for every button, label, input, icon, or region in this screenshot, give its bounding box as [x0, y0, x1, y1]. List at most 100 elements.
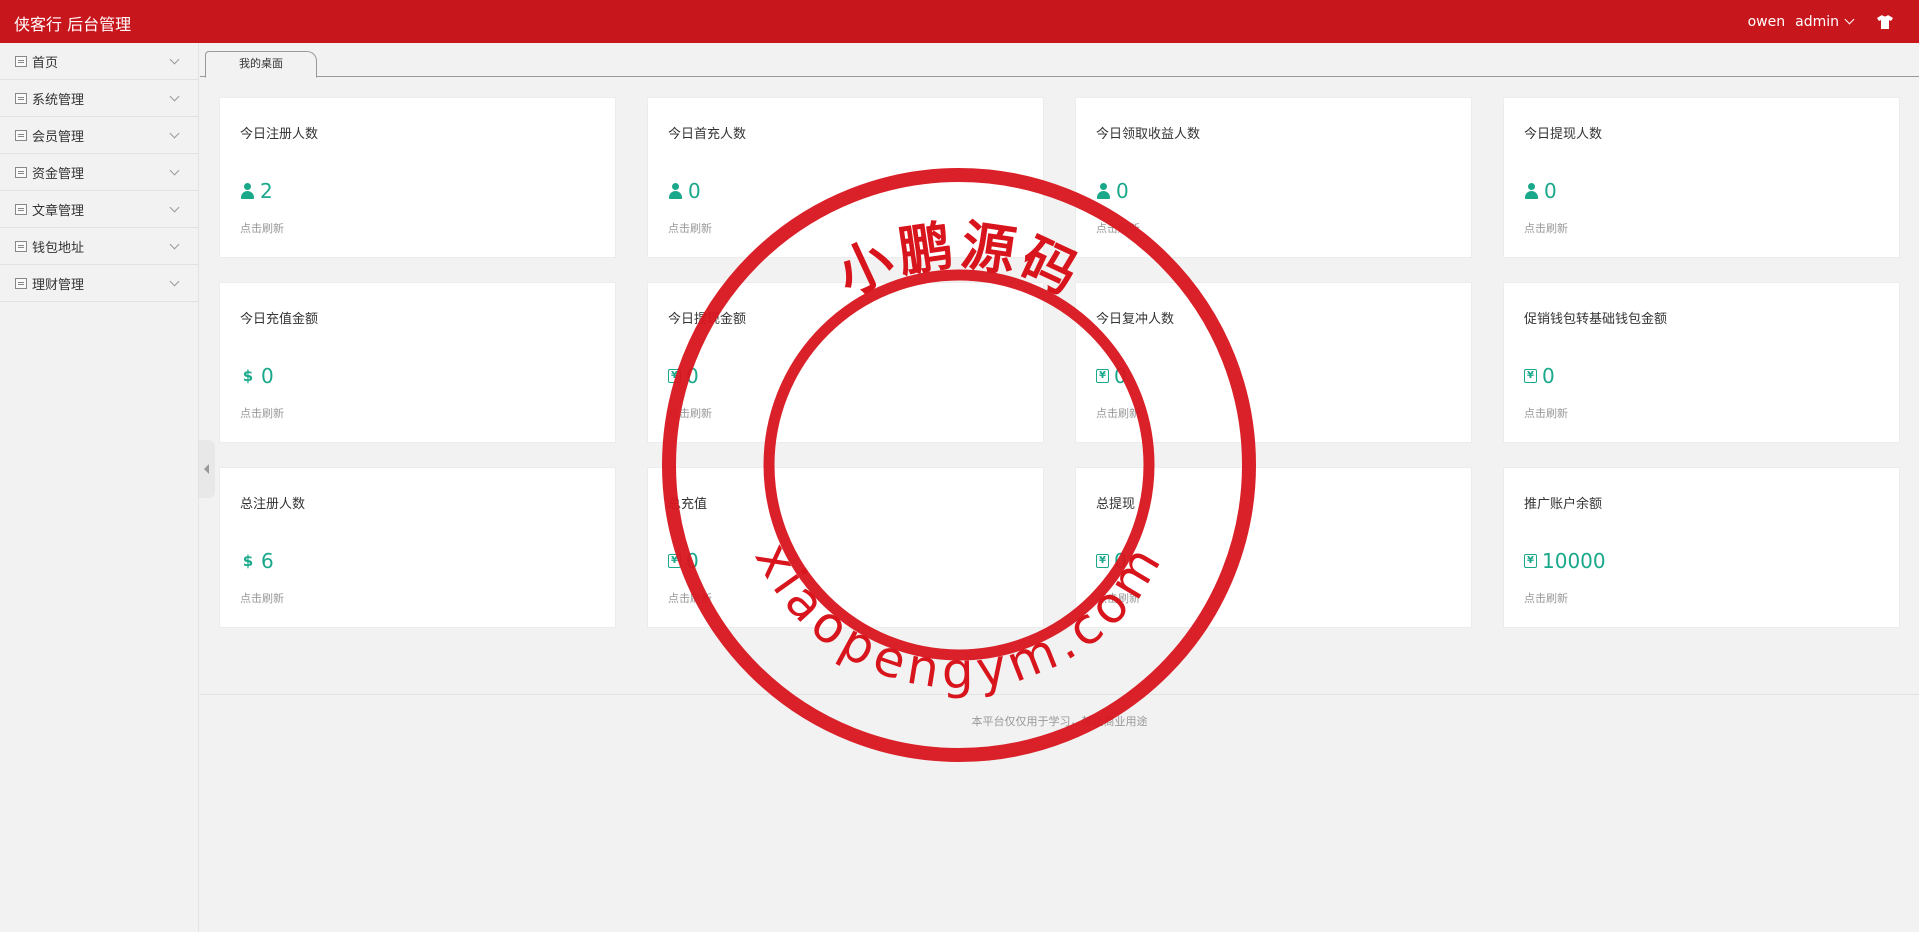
sidebar-item-articles[interactable]: 文章管理: [0, 191, 198, 228]
stat-card: 推广账户余额 ¥10000 点击刷新: [1503, 467, 1900, 628]
sidebar-item-home[interactable]: 首页: [0, 43, 198, 80]
sidebar-item-label: 资金管理: [32, 166, 85, 182]
list-icon: [15, 92, 27, 104]
stat-number: 0: [261, 364, 274, 388]
sidebar-item-label: 会员管理: [32, 129, 85, 145]
admin-dropdown[interactable]: admin: [1795, 14, 1855, 30]
stat-card: 今日领取收益人数 0 点击刷新: [1075, 97, 1472, 258]
refresh-link[interactable]: 点击刷新: [1096, 590, 1140, 606]
stat-number: 0: [1114, 364, 1127, 388]
stat-card: 今日注册人数 2 点击刷新: [219, 97, 616, 258]
stat-value: ¥0: [668, 364, 699, 388]
refresh-link[interactable]: 点击刷新: [240, 590, 284, 606]
stat-title: 推广账户余额: [1524, 497, 1603, 512]
stat-number: 0: [686, 549, 699, 573]
stat-title: 今日提现金额: [668, 312, 747, 327]
list-icon: [15, 203, 27, 215]
yen-icon: ¥: [668, 369, 681, 383]
sidebar: 首页 系统管理 会员管理 资金管理 文章管理 钱包地址 理财管理: [0, 43, 199, 932]
user-name: owen: [1747, 13, 1786, 30]
stat-title: 今日领取收益人数: [1096, 127, 1201, 142]
stat-value: ¥0: [668, 549, 699, 573]
yen-icon: ¥: [1096, 554, 1109, 568]
stat-title: 总提现: [1096, 497, 1136, 512]
chevron-down-icon: [1844, 14, 1855, 25]
stat-number: 6: [261, 549, 274, 573]
chevron-down-icon: [169, 276, 180, 287]
stat-card: 总提现 ¥0 点击刷新: [1075, 467, 1472, 628]
refresh-link[interactable]: 点击刷新: [240, 405, 284, 421]
chevron-down-icon: [169, 54, 180, 65]
sidebar-item-wallet[interactable]: 钱包地址: [0, 228, 198, 265]
stat-title: 今日首充人数: [668, 127, 747, 142]
sidebar-collapse-toggle[interactable]: [199, 440, 215, 498]
stat-value: 0: [1524, 179, 1557, 203]
stat-card: 促销钱包转基础钱包金额 ¥0 点击刷新: [1503, 282, 1900, 443]
sidebar-item-label: 钱包地址: [32, 240, 85, 256]
sidebar-item-label: 文章管理: [32, 203, 85, 219]
sidebar-item-finance[interactable]: 理财管理: [0, 265, 198, 302]
stat-number: 0: [688, 179, 701, 203]
user-icon: [240, 183, 255, 199]
stat-value: $0: [240, 364, 274, 388]
yen-icon: ¥: [668, 554, 681, 568]
app-title: 侠客行 后台管理: [14, 15, 132, 34]
stat-card: 今日提现金额 ¥0 点击刷新: [647, 282, 1044, 443]
tab-my-desktop[interactable]: 我的桌面: [205, 51, 317, 78]
yen-icon: ¥: [1096, 369, 1109, 383]
refresh-link[interactable]: 点击刷新: [1096, 220, 1140, 236]
stat-title: 总注册人数: [240, 497, 306, 512]
refresh-link[interactable]: 点击刷新: [1524, 590, 1568, 606]
user-icon: [1524, 183, 1539, 199]
sidebar-item-funds[interactable]: 资金管理: [0, 154, 198, 191]
stat-title: 今日充值金额: [240, 312, 319, 327]
sidebar-item-label: 系统管理: [32, 92, 85, 108]
refresh-link[interactable]: 点击刷新: [1524, 405, 1568, 421]
dollar-icon: $: [242, 367, 254, 385]
refresh-link[interactable]: 点击刷新: [240, 220, 284, 236]
stats-grid: 今日注册人数 2 点击刷新 今日首充人数 0 点击刷新 今日领取收益人数 0 点…: [219, 97, 1900, 628]
list-icon: [15, 166, 27, 178]
tab-bar: 我的桌面: [200, 43, 1919, 78]
chevron-down-icon: [169, 128, 180, 139]
list-icon: [15, 55, 27, 67]
chevron-down-icon: [169, 202, 180, 213]
dollar-icon: $: [242, 552, 254, 570]
top-header-bar: 侠客行 后台管理 owen admin: [0, 0, 1919, 43]
refresh-link[interactable]: 点击刷新: [668, 220, 712, 236]
stat-number: 0: [686, 364, 699, 388]
stat-number: 0: [1114, 549, 1127, 573]
stat-title: 总充值: [668, 497, 708, 512]
stat-number: 0: [1544, 179, 1557, 203]
stat-number: 10000: [1542, 549, 1606, 573]
stat-title: 今日提现人数: [1524, 127, 1603, 142]
stat-value: ¥0: [1524, 364, 1555, 388]
sidebar-item-system[interactable]: 系统管理: [0, 80, 198, 117]
stat-value: 0: [668, 179, 701, 203]
stat-card: 今日提现人数 0 点击刷新: [1503, 97, 1900, 258]
sidebar-item-label: 首页: [32, 55, 59, 71]
user-icon: [1096, 183, 1111, 199]
refresh-link[interactable]: 点击刷新: [668, 590, 712, 606]
chevron-down-icon: [169, 165, 180, 176]
stat-title: 促销钱包转基础钱包金额: [1524, 312, 1668, 327]
list-icon: [15, 129, 27, 141]
stat-card: 总注册人数 $6 点击刷新: [219, 467, 616, 628]
refresh-link[interactable]: 点击刷新: [1524, 220, 1568, 236]
yen-icon: ¥: [1524, 554, 1537, 568]
stat-title: 今日复冲人数: [1096, 312, 1175, 327]
refresh-link[interactable]: 点击刷新: [668, 405, 712, 421]
stat-number: 0: [1116, 179, 1129, 203]
list-icon: [15, 277, 27, 289]
user-icon: [668, 183, 683, 199]
stat-card: 今日复冲人数 ¥0 点击刷新: [1075, 282, 1472, 443]
sidebar-item-members[interactable]: 会员管理: [0, 117, 198, 154]
stat-value: 0: [1096, 179, 1129, 203]
tshirt-icon[interactable]: [1877, 14, 1893, 29]
chevron-down-icon: [169, 239, 180, 250]
stat-value: ¥10000: [1524, 549, 1606, 573]
sidebar-item-label: 理财管理: [32, 277, 85, 293]
stat-number: 2: [260, 179, 273, 203]
refresh-link[interactable]: 点击刷新: [1096, 405, 1140, 421]
footer-divider: [200, 694, 1919, 695]
